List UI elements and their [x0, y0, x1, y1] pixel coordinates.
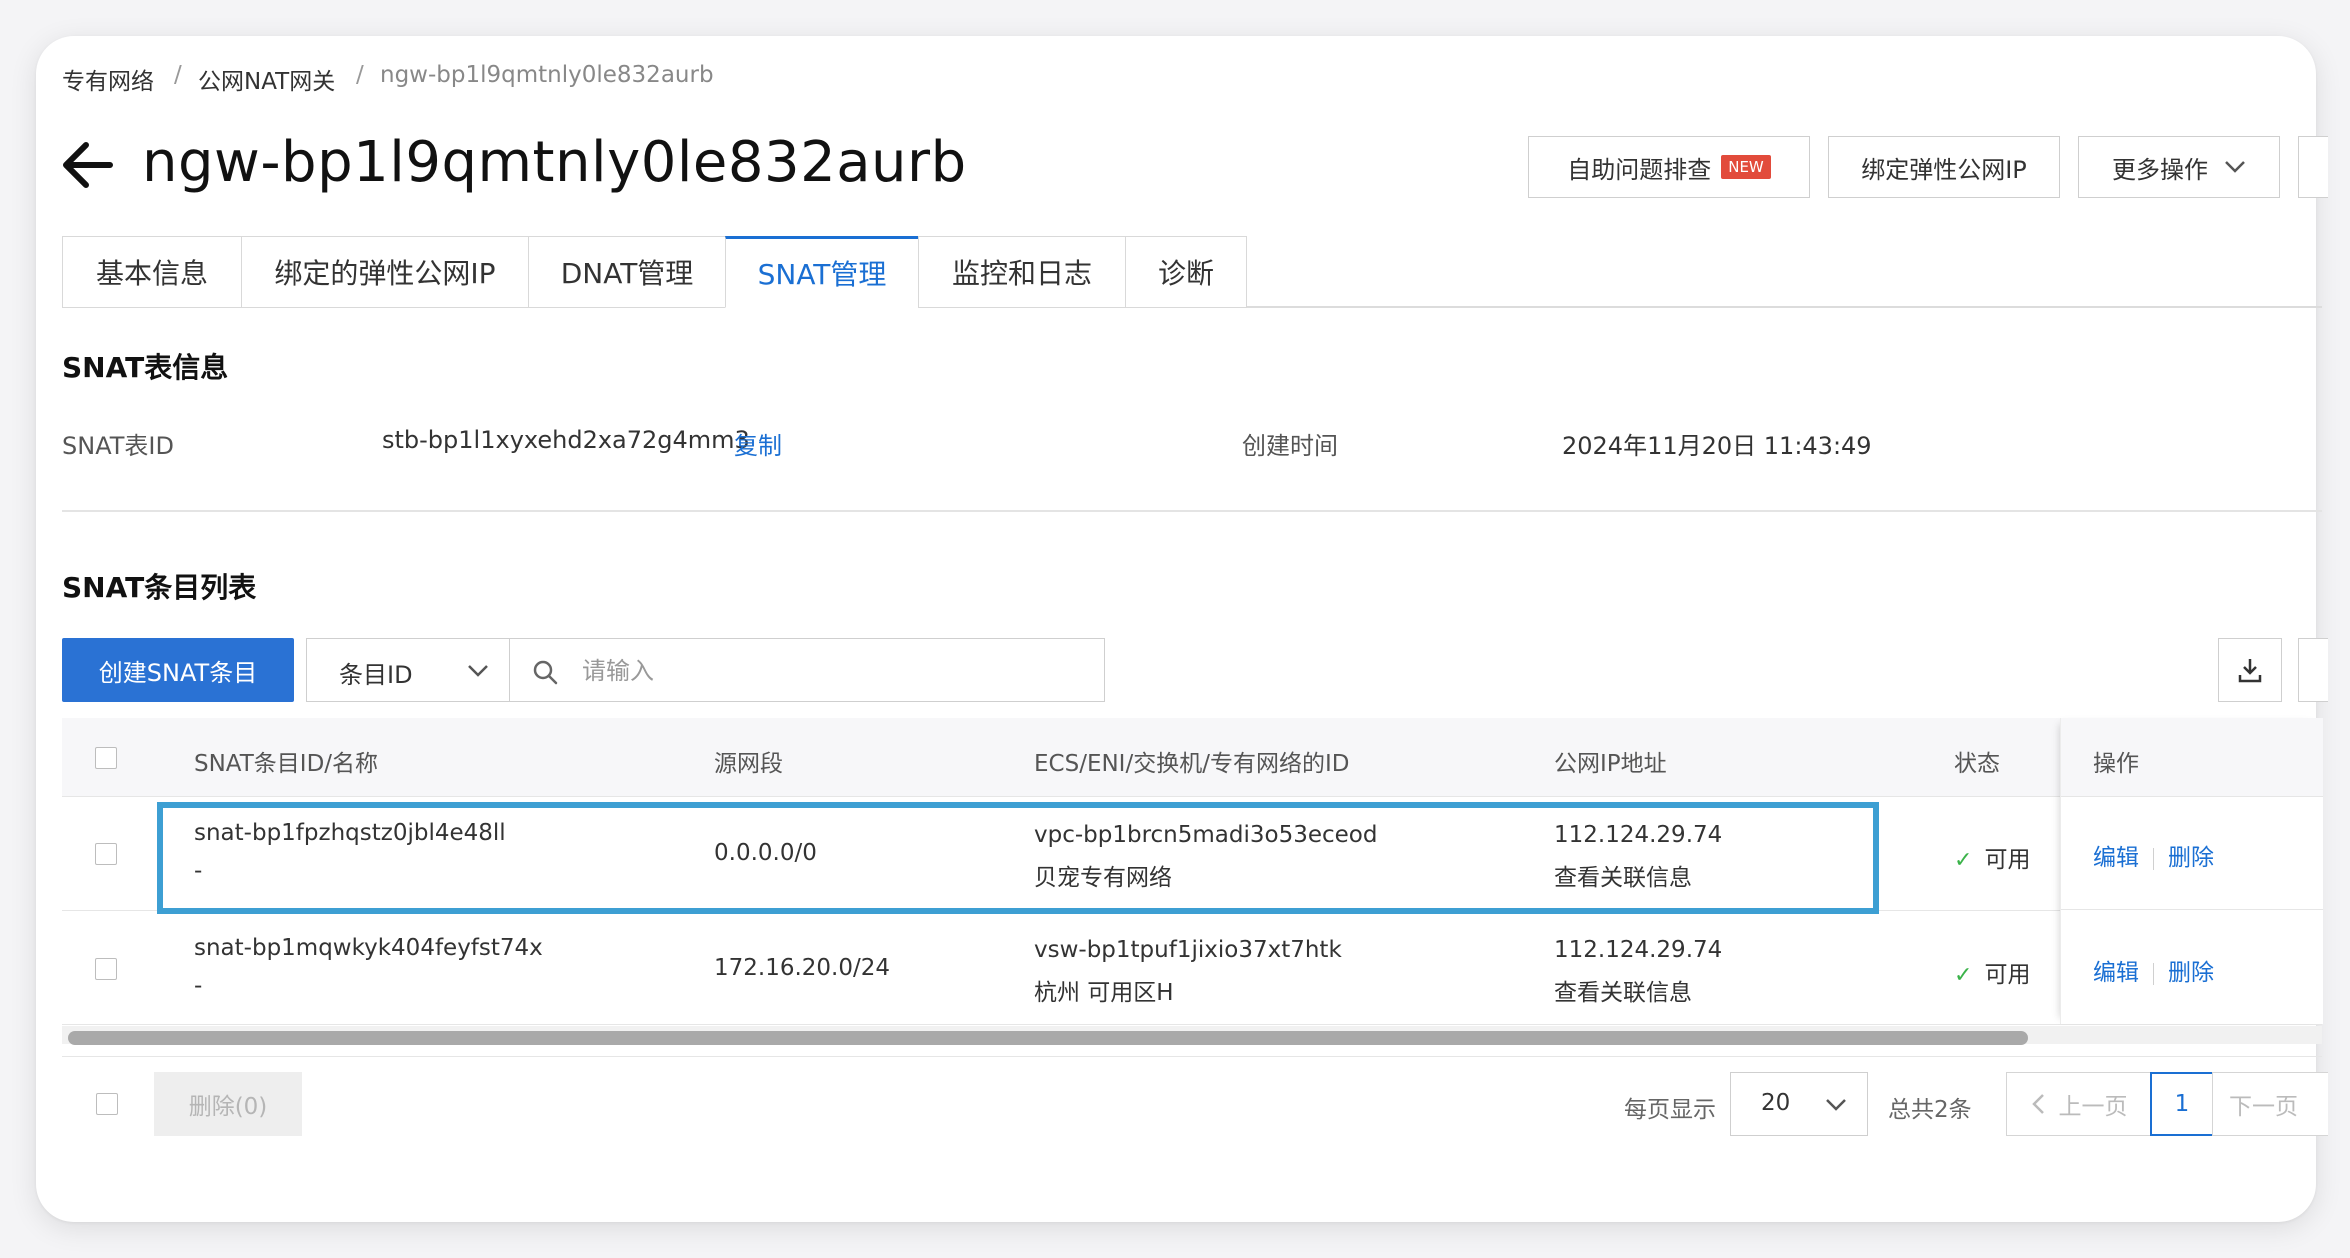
- chevron-down-icon: [2225, 161, 2245, 173]
- page-size-value: 20: [1761, 1090, 1791, 1116]
- col-header-public-ip: 公网IP地址: [1554, 751, 1667, 777]
- created-time-value: 2024年11月20日 11:43:49: [1562, 432, 1872, 460]
- bind-eip-label: 绑定弹性公网IP: [1861, 155, 2027, 184]
- select-all-checkbox[interactable]: [95, 747, 117, 769]
- search-icon: [533, 660, 558, 685]
- breadcrumb-item-nat[interactable]: 公网NAT网关: [198, 62, 335, 96]
- search-box: [509, 638, 1105, 703]
- breadcrumb-separator: /: [356, 62, 364, 88]
- create-snat-button[interactable]: 创建SNAT条目: [62, 638, 294, 702]
- breadcrumb-item-current: ngw-bp1l9qmtnly0le832aurb: [380, 62, 714, 88]
- col-header-source: 源网段: [714, 751, 783, 777]
- row-actions: 编辑 删除: [2093, 953, 2214, 987]
- self-check-button[interactable]: 自助问题排查 NEW: [1528, 136, 1810, 198]
- filter-select[interactable]: 条目ID: [306, 638, 510, 702]
- chevron-left-icon: [2031, 1094, 2044, 1114]
- public-ip: 112.124.29.74: [1554, 937, 1723, 963]
- action-separator: [2153, 962, 2154, 985]
- settings-button[interactable]: [2298, 638, 2328, 702]
- delete-link[interactable]: 删除: [2168, 845, 2214, 871]
- search-input[interactable]: [580, 639, 1084, 703]
- download-icon: [2238, 659, 2262, 683]
- edit-link[interactable]: 编辑: [2093, 960, 2139, 986]
- status-badge: ✓ 可用: [1954, 955, 2030, 989]
- tab-diagnose[interactable]: 诊断: [1125, 236, 1247, 308]
- next-page-button[interactable]: 下一页: [2212, 1072, 2328, 1136]
- resource-name: 杭州 可用区H: [1034, 980, 1174, 1006]
- tab-bound-eip[interactable]: 绑定的弹性公网IP: [241, 236, 529, 308]
- snat-table-id-value: stb-bp1l1xyxehd2xa72g4mm3: [382, 426, 750, 454]
- footer-divider: [62, 1056, 2322, 1057]
- row-actions: 编辑 删除: [2093, 838, 2214, 872]
- snat-table-id-label: SNAT表ID: [62, 432, 174, 460]
- action-separator: [2153, 847, 2154, 870]
- bind-eip-button[interactable]: 绑定弹性公网IP: [1828, 136, 2060, 198]
- tab-basic-info[interactable]: 基本信息: [62, 236, 242, 308]
- check-icon: ✓: [1954, 848, 1973, 873]
- self-check-label: 自助问题排查: [1567, 155, 1712, 184]
- created-time-label: 创建时间: [1242, 432, 1338, 460]
- col-header-actions: 操作: [2093, 751, 2139, 777]
- bulk-delete-button[interactable]: 删除(0): [154, 1072, 302, 1136]
- chevron-down-icon: [1826, 1099, 1846, 1111]
- operations-column: 操作 编辑 删除 编辑 删除: [2060, 718, 2323, 1024]
- snat-info-title: SNAT表信息: [62, 351, 229, 384]
- source-cidr: 172.16.20.0/24: [714, 955, 891, 981]
- overflow-button[interactable]: [2298, 136, 2328, 198]
- more-actions-label: 更多操作: [2112, 155, 2208, 184]
- prev-page-button[interactable]: 上一页: [2006, 1072, 2152, 1136]
- total-count: 总共2条: [1888, 1097, 1972, 1123]
- row-checkbox[interactable]: [95, 958, 117, 980]
- page-size-select[interactable]: 20: [1730, 1072, 1868, 1136]
- resource-id-link[interactable]: vsw-bp1tpuf1jixio37xt7htk: [1034, 937, 1342, 963]
- back-arrow-icon[interactable]: [60, 140, 114, 190]
- page-number-button[interactable]: 1: [2150, 1072, 2214, 1136]
- more-actions-button[interactable]: 更多操作: [2078, 136, 2280, 198]
- row-divider: [62, 1024, 2322, 1025]
- copy-link[interactable]: 复制: [734, 426, 782, 461]
- status-text: 可用: [1984, 962, 2031, 988]
- view-related-link[interactable]: 查看关联信息: [1554, 973, 1692, 1007]
- breadcrumb-item-vpc[interactable]: 专有网络: [62, 62, 154, 96]
- snat-entry-name: -: [194, 973, 203, 999]
- highlight-box: [157, 802, 1879, 914]
- snat-list-title: SNAT条目列表: [62, 571, 257, 604]
- footer-select-all-checkbox[interactable]: [96, 1093, 118, 1115]
- chevron-down-icon: [468, 665, 488, 677]
- status-text: 可用: [1984, 847, 2031, 873]
- delete-link[interactable]: 删除: [2168, 960, 2214, 986]
- new-badge: NEW: [1721, 155, 1771, 179]
- tab-monitor-logs[interactable]: 监控和日志: [918, 236, 1126, 308]
- row-checkbox[interactable]: [95, 843, 117, 865]
- col-header-snat-id: SNAT条目ID/名称: [194, 751, 379, 777]
- status-badge: ✓ 可用: [1954, 840, 2030, 874]
- row-divider: [2061, 909, 2323, 910]
- prev-page-label: 上一页: [2058, 1094, 2128, 1120]
- filter-select-value: 条目ID: [339, 661, 413, 689]
- operations-header: 操作: [2061, 718, 2323, 797]
- download-button[interactable]: [2218, 638, 2282, 702]
- scrollbar-thumb[interactable]: [68, 1031, 2028, 1045]
- tab-snat[interactable]: SNAT管理: [725, 236, 919, 308]
- snat-entry-id: snat-bp1mqwkyk404feyfst74x: [194, 935, 543, 961]
- section-divider: [62, 510, 2322, 512]
- edit-link[interactable]: 编辑: [2093, 845, 2139, 871]
- tab-dnat[interactable]: DNAT管理: [528, 236, 726, 308]
- page-title: ngw-bp1l9qmtnly0le832aurb: [142, 130, 967, 195]
- check-icon: ✓: [1954, 963, 1973, 988]
- page-size-label: 每页显示: [1624, 1097, 1716, 1123]
- breadcrumb-separator: /: [174, 62, 182, 88]
- col-header-resource-id: ECS/ENI/交换机/专有网络的ID: [1034, 751, 1350, 777]
- col-header-status: 状态: [1954, 751, 2000, 777]
- next-page-label: 下一页: [2229, 1094, 2298, 1120]
